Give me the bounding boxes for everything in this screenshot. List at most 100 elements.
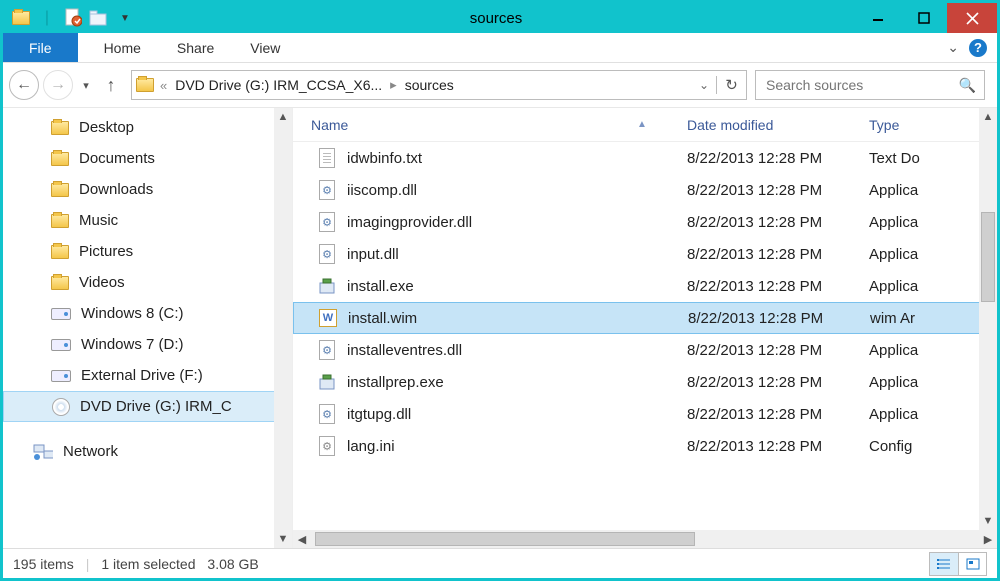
ribbon-expand-icon[interactable]: ⌄ (947, 39, 959, 56)
file-date: 8/22/2013 12:28 PM (687, 182, 869, 199)
tree-item-label: External Drive (F:) (81, 367, 203, 384)
horizontal-scrollbar[interactable]: ◀ ▶ (293, 530, 997, 548)
view-details-button[interactable] (930, 553, 958, 575)
breadcrumb-chevron-icon[interactable]: ▸ (386, 77, 401, 93)
network-icon (33, 444, 53, 460)
file-list: Name ▲ Date modified Type idwbinfo.txt8/… (293, 108, 997, 548)
tab-file[interactable]: File (3, 33, 78, 62)
new-folder-icon[interactable] (87, 6, 111, 30)
file-row[interactable]: ⚙imagingprovider.dll8/22/2013 12:28 PMAp… (293, 206, 997, 238)
file-type: Applica (869, 342, 997, 359)
search-input[interactable] (764, 76, 959, 94)
scroll-down-icon[interactable]: ▼ (274, 530, 292, 548)
tree-item[interactable]: Videos (3, 267, 292, 298)
minimize-button[interactable] (855, 3, 901, 33)
help-icon[interactable]: ? (969, 39, 987, 57)
scroll-thumb[interactable] (315, 532, 695, 546)
file-row[interactable]: Winstall.wim8/22/2013 12:28 PMwim Ar (293, 302, 997, 334)
file-date: 8/22/2013 12:28 PM (687, 214, 869, 231)
breadcrumb-folder[interactable]: sources (401, 77, 458, 93)
file-row[interactable]: install.exe8/22/2013 12:28 PMApplica (293, 270, 997, 302)
tree-item[interactable]: Music (3, 205, 292, 236)
folder-icon (51, 214, 69, 228)
address-bar[interactable]: « DVD Drive (G:) IRM_CCSA_X6... ▸ source… (131, 70, 747, 100)
file-name: itgtupg.dll (347, 406, 411, 423)
scroll-up-icon[interactable]: ▲ (274, 108, 292, 126)
file-type: Applica (869, 182, 997, 199)
file-row[interactable]: ⚙iiscomp.dll8/22/2013 12:28 PMApplica (293, 174, 997, 206)
folder-icon (51, 183, 69, 197)
tree-item[interactable]: Downloads (3, 174, 292, 205)
body: Desktop Documents DownloadsMusicPictures Vi… (3, 108, 997, 548)
tree-item[interactable]: Documents (3, 143, 292, 174)
folder-icon[interactable] (9, 6, 33, 30)
tree-item-label: Windows 8 (C:) (81, 305, 184, 322)
back-button[interactable]: ← (9, 70, 39, 100)
forward-button[interactable]: → (43, 70, 73, 100)
search-icon[interactable]: 🔍 (959, 77, 976, 94)
dll-icon: ⚙ (317, 340, 337, 360)
scroll-left-icon[interactable]: ◀ (293, 533, 311, 546)
qat-dropdown-icon[interactable]: ▼ (113, 6, 137, 30)
status-selection: 1 item selected (101, 556, 195, 572)
file-row[interactable]: ⚙lang.ini8/22/2013 12:28 PMConfig (293, 430, 997, 462)
file-type: Applica (869, 214, 997, 231)
scroll-down-icon[interactable]: ▼ (979, 512, 997, 530)
tree-item[interactable]: Windows 7 (D:) (3, 329, 292, 360)
breadcrumb-sep-icon[interactable]: « (156, 78, 171, 93)
tree-item-label: Documents (79, 150, 155, 167)
vertical-scrollbar[interactable]: ▲ ▼ (979, 108, 997, 530)
view-thumbnails-button[interactable] (958, 553, 986, 575)
tree-item[interactable]: External Drive (F:) (3, 360, 292, 391)
breadcrumb-drive[interactable]: DVD Drive (G:) IRM_CCSA_X6... (171, 77, 386, 93)
folder-icon (51, 276, 69, 290)
file-row[interactable]: ⚙itgtupg.dll8/22/2013 12:28 PMApplica (293, 398, 997, 430)
tab-share[interactable]: Share (159, 33, 232, 62)
up-button[interactable]: ↑ (99, 70, 123, 100)
titlebar: | ▼ sources (3, 3, 997, 33)
file-row[interactable]: ⚙input.dll8/22/2013 12:28 PMApplica (293, 238, 997, 270)
navbar: ← → ▾ ↑ « DVD Drive (G:) IRM_CCSA_X6... … (3, 63, 997, 108)
refresh-button[interactable]: ↻ (716, 76, 746, 94)
properties-icon[interactable] (61, 6, 85, 30)
tree-item[interactable]: DVD Drive (G:) IRM_C (3, 391, 292, 422)
close-button[interactable] (947, 3, 997, 33)
tree-item-label: Desktop (79, 119, 134, 136)
folder-icon (51, 152, 69, 166)
tree-item[interactable]: Desktop (3, 112, 292, 143)
status-size: 3.08 GB (207, 556, 258, 572)
file-date: 8/22/2013 12:28 PM (687, 246, 869, 263)
address-dropdown-icon[interactable]: ⌄ (692, 78, 716, 92)
file-row[interactable]: ⚙installeventres.dll8/22/2013 12:28 PMAp… (293, 334, 997, 366)
search-box[interactable]: 🔍 (755, 70, 985, 100)
exe-icon (317, 276, 337, 296)
column-name[interactable]: Name ▲ (293, 117, 687, 133)
tree-item-network[interactable]: Network (3, 436, 292, 467)
navigation-tree: Desktop Documents DownloadsMusicPictures Vi… (3, 108, 293, 548)
file-row[interactable]: installprep.exe8/22/2013 12:28 PMApplica (293, 366, 997, 398)
file-name: installprep.exe (347, 374, 444, 391)
column-date[interactable]: Date modified (687, 117, 869, 133)
file-name: install.wim (348, 310, 417, 327)
tree-item[interactable]: Windows 8 (C:) (3, 298, 292, 329)
tab-view[interactable]: View (232, 33, 298, 62)
status-bar: 195 items | 1 item selected 3.08 GB (3, 548, 997, 578)
scroll-up-icon[interactable]: ▲ (979, 108, 997, 126)
tab-home[interactable]: Home (86, 33, 159, 62)
tree-item-label: Videos (79, 274, 125, 291)
maximize-button[interactable] (901, 3, 947, 33)
file-type: Config (869, 438, 997, 455)
scroll-thumb[interactable] (981, 212, 995, 302)
file-type: Applica (869, 374, 997, 391)
tree-scrollbar[interactable]: ▲ ▼ (274, 108, 292, 548)
file-row[interactable]: idwbinfo.txt8/22/2013 12:28 PMText Do (293, 142, 997, 174)
dll-icon: ⚙ (317, 244, 337, 264)
status-item-count: 195 items (13, 556, 74, 572)
tree-item[interactable]: Pictures (3, 236, 292, 267)
column-type[interactable]: Type (869, 117, 997, 133)
exe-icon (317, 372, 337, 392)
scroll-right-icon[interactable]: ▶ (979, 533, 997, 546)
recent-locations-icon[interactable]: ▾ (77, 70, 95, 100)
drive-icon (51, 339, 71, 351)
qat-separator: | (35, 6, 59, 30)
